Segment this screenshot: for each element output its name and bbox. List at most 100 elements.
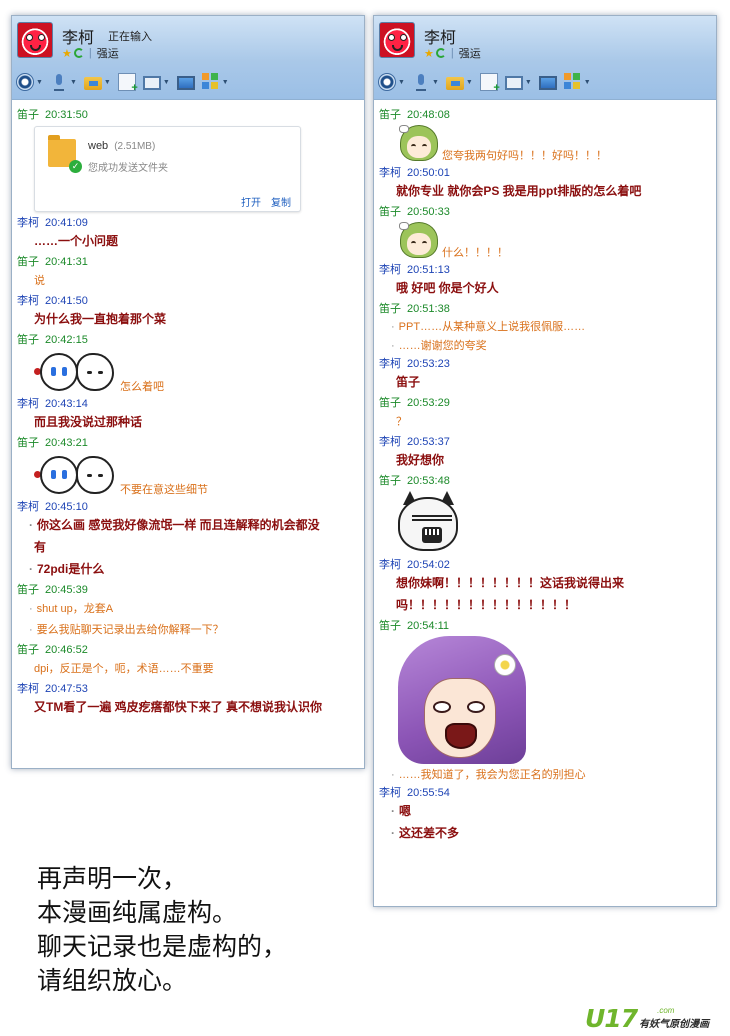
message-text: 就你专业 就你会PS 我是用ppt排版的怎么着吧 [396, 184, 642, 198]
message-text: shut up，龙套A [17, 601, 358, 617]
create-group-button[interactable] [479, 71, 500, 94]
star-icon: ★ [424, 47, 434, 60]
voice-call-button[interactable]: ▼ [412, 71, 439, 93]
title-bar: 李柯 正在输入 ★ | 强运 ▼ ▼ ▼ ▼ ▼ [12, 16, 364, 100]
remote-desktop-button[interactable] [176, 71, 195, 93]
sticker-message: 什么！！！！ [396, 222, 710, 260]
message-text: 72pdi是什么 [17, 558, 358, 580]
message-header: 笛子 20:31:50 [17, 109, 88, 121]
sticker-caption: 不要在意这些细节 [120, 484, 208, 496]
message-text: PPT……从某种意义上说我很佩服…… [379, 319, 710, 335]
disclaimer-text: 再声明一次， 本漫画纯属虚构。 聊天记录也是虚构的， 请组织放心。 [37, 862, 287, 998]
message-text: 哦 好吧 你是个好人 [396, 281, 499, 295]
remote-desktop-button[interactable] [538, 71, 557, 93]
sticker-message [396, 491, 710, 555]
message-header: 李柯 20:53:37 [379, 436, 450, 448]
folder-send-icon [83, 77, 102, 90]
remote-screen-icon [176, 76, 195, 90]
message-text: 说 [34, 275, 45, 287]
screen-share-icon [504, 76, 523, 90]
sticker-message: 不要在意这些细节 [34, 453, 358, 497]
apps-icon [201, 73, 220, 91]
message-header: 李柯 20:53:23 [379, 358, 450, 370]
message-header: 笛子 20:42:15 [17, 334, 88, 346]
disclaimer-line: 再声明一次， [37, 864, 188, 893]
message-text: 这还差不多 [379, 822, 710, 844]
message-text: ……一个小问题 [34, 234, 119, 248]
chat-window-left: 李柯 正在输入 ★ | 强运 ▼ ▼ ▼ ▼ ▼ 笛子20:31:50 ✓ we… [11, 15, 365, 769]
swirl-icon [435, 48, 446, 58]
message-text: dpi，反正是个，呃，术语……不重要 [34, 663, 214, 675]
disclaimer-line: 本漫画纯属虚构。 [37, 898, 238, 927]
message-header: 笛子 20:53:29 [379, 397, 450, 409]
screaming-girl-image [398, 636, 526, 764]
sticker-caption: 怎么着吧 [120, 381, 164, 393]
sticker-message: 怎么着吧 [34, 350, 358, 394]
message-header: 李柯 20:51:13 [379, 264, 450, 276]
video-call-button[interactable]: ▼ [16, 71, 43, 93]
logo-slogan: 有妖气原创漫画 [639, 1019, 710, 1030]
message-header: 笛子 20:53:48 [379, 475, 450, 487]
mic-icon [50, 73, 68, 91]
star-icon: ★ [62, 47, 72, 60]
disclaimer-line: 请组织放心。 [37, 966, 188, 995]
message-header: 李柯 20:41:50 [17, 295, 88, 307]
signature: 强运 [96, 48, 119, 60]
message-header: 笛子 20:48:08 [379, 109, 450, 121]
send-file-button[interactable]: ▼ [83, 71, 111, 93]
sticker-caption: 您夸我两句好吗！！！好吗！！！ [442, 150, 607, 162]
apps-button[interactable]: ▼ [201, 71, 229, 93]
screen-share-button[interactable]: ▼ [504, 71, 532, 93]
send-file-button[interactable]: ▼ [445, 71, 473, 93]
message-header: 李柯 20:43:14 [17, 398, 88, 410]
title-bar: 李柯 ★ | 强运 ▼ ▼ ▼ ▼ ▼ [374, 16, 716, 100]
message-header: 笛子 20:43:21 [17, 437, 88, 449]
add-doc-icon [479, 73, 500, 94]
apps-icon [563, 73, 582, 91]
swirl-icon [73, 48, 84, 58]
crying-bears-sticker [34, 453, 118, 497]
message-text: 而且我没说过那种话 [34, 415, 143, 429]
message-text: ？ [396, 416, 407, 428]
open-file-link[interactable]: 打开 [241, 194, 261, 209]
message-text: 为什么我一直抱着那个菜 [34, 312, 167, 326]
mic-icon [412, 73, 430, 91]
message-header: 笛子 20:45:39 [17, 584, 88, 596]
message-text: 你这么画 感觉我好像流氓一样 而且连解释的机会都没 [17, 514, 358, 536]
video-call-button[interactable]: ▼ [378, 71, 405, 93]
copy-file-link[interactable]: 复制 [271, 194, 291, 209]
message-header: 李柯 20:50:01 [379, 167, 450, 179]
message-header: 李柯 20:45:10 [17, 501, 88, 513]
file-status: 您成功发送文件夹 [88, 163, 168, 174]
avatar[interactable] [17, 22, 53, 58]
message-text: 吗！！！！！！！！！！！！！！ [396, 598, 577, 612]
message-text: ……谢谢您的夸奖 [379, 338, 710, 354]
message-text: 又TM看了一遍 鸡皮疙瘩都快下来了 真不想说我认识你 [34, 700, 322, 714]
create-group-button[interactable] [117, 71, 138, 94]
typing-status: 正在输入 [108, 31, 152, 43]
message-header: 笛子 20:54:11 [379, 620, 450, 632]
message-text: 嗯 [379, 800, 710, 822]
message-text: 我好想你 [396, 453, 445, 467]
message-text: 想你妹啊！！！！！！！！这话我说得出来 [396, 576, 625, 590]
message-text: ……我知道了，我会为您正名的别担心 [379, 767, 710, 783]
logo-mark: U17 [585, 1004, 638, 1033]
sticker-caption: 什么！！！！ [442, 247, 508, 259]
message-history[interactable]: 笛子 20:48:08 您夸我两句好吗！！！好吗！！！ 李柯 20:50:01 就你… [374, 101, 716, 906]
folder-send-icon [445, 77, 464, 90]
apps-button[interactable]: ▼ [563, 71, 591, 93]
voice-call-button[interactable]: ▼ [50, 71, 77, 93]
message-header: 李柯 20:41:09 [17, 217, 88, 229]
screen-share-button[interactable]: ▼ [142, 71, 170, 93]
add-doc-icon [117, 73, 138, 94]
disclaimer-line: 聊天记录也是虚构的， [37, 932, 288, 961]
toolbar: ▼ ▼ ▼ ▼ ▼ [378, 70, 591, 94]
crying-bears-sticker [34, 350, 118, 394]
green-hair-girl-sticker [398, 222, 440, 260]
toolbar: ▼ ▼ ▼ ▼ ▼ [16, 70, 229, 94]
logo-domain: .com [657, 1006, 675, 1015]
file-size: (2.51MB) [114, 141, 156, 152]
message-history[interactable]: 笛子 20:31:50 ✓ web (2.51MB) 您成功发送文件夹 打开 复制 … [12, 101, 364, 768]
avatar[interactable] [379, 22, 415, 58]
status-row: ★ | 强运 [62, 47, 119, 60]
